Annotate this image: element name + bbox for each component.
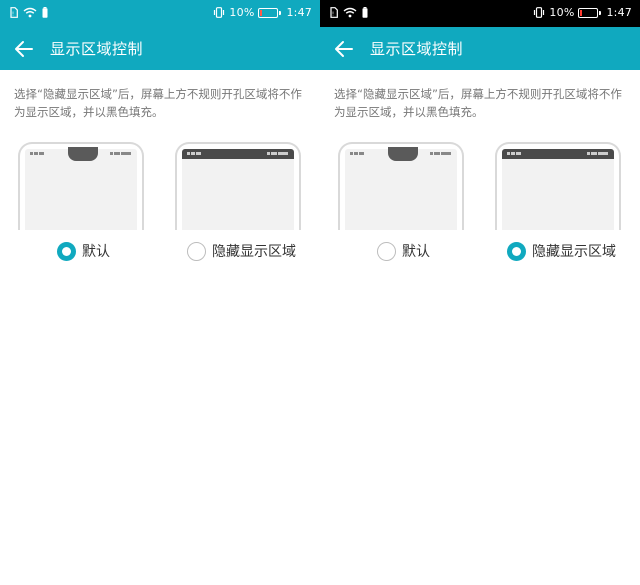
radio-default[interactable] <box>57 241 76 261</box>
svg-text:!: ! <box>332 12 334 18</box>
description-text: 选择“隐藏显示区域”后，屏幕上方不规则开孔区域将不作为显示区域，并以黑色填充。 <box>334 87 622 119</box>
battery-percent: 10% <box>549 6 575 19</box>
phone-preview-hidden <box>175 142 301 230</box>
settings-screen-right: ! 10% 1:47 显示区域控制 选择“隐藏显示区域”后，屏幕上方不规则开孔区… <box>320 0 640 585</box>
camera-notch <box>68 147 98 161</box>
option-label: 隐藏显示区域 <box>532 244 616 260</box>
sim-icon: ! <box>10 7 18 18</box>
mini-status-icons <box>187 152 201 155</box>
mini-status-icons <box>587 152 608 155</box>
mini-status-icons <box>30 152 44 155</box>
camera-notch <box>388 147 418 161</box>
clock: 1:47 <box>606 6 632 19</box>
mini-status-icons <box>430 152 451 155</box>
page-title: 显示区域控制 <box>370 40 464 58</box>
sim-icon: ! <box>330 7 338 18</box>
battery-level <box>580 9 583 16</box>
back-arrow-icon[interactable] <box>12 37 36 61</box>
wifi-icon <box>343 7 357 18</box>
mini-status-icons <box>267 152 288 155</box>
black-fill-bar <box>182 149 294 159</box>
status-bar: ! 10% 1:47 <box>320 0 640 27</box>
mini-status-icons <box>110 152 131 155</box>
app-bar: 显示区域控制 <box>320 27 640 70</box>
battery-icon <box>258 7 282 18</box>
radio-hide-display-area[interactable] <box>187 241 206 261</box>
status-bar: ! 10% 1:47 <box>0 0 320 27</box>
settings-screen-left: ! 10% 1:47 显示区域控制 选择“隐藏显示区域”后，屏幕上方不规则开孔区… <box>0 0 320 585</box>
phone-preview-notch <box>338 142 464 230</box>
mini-status-icons <box>507 152 521 155</box>
svg-text:!: ! <box>12 12 14 18</box>
option-hide-display-area[interactable]: 隐藏显示区域 <box>480 140 640 280</box>
battery-saver-icon <box>362 7 368 18</box>
wifi-icon <box>23 7 37 18</box>
option-label: 默认 <box>82 244 110 260</box>
radio-hide-display-area[interactable] <box>507 241 526 261</box>
option-hide-display-area[interactable]: 隐藏显示区域 <box>160 140 320 280</box>
app-bar: 显示区域控制 <box>0 27 320 70</box>
display-area-options: 默认 隐藏显示区域 <box>0 140 320 280</box>
option-label: 默认 <box>402 244 430 260</box>
battery-percent: 10% <box>229 6 255 19</box>
description-text: 选择“隐藏显示区域”后，屏幕上方不规则开孔区域将不作为显示区域，并以黑色填充。 <box>14 87 302 119</box>
option-default[interactable]: 默认 <box>320 140 480 280</box>
phone-preview-notch <box>18 142 144 230</box>
radio-default[interactable] <box>377 241 396 261</box>
display-area-options: 默认 隐藏显示区域 <box>320 140 640 280</box>
option-default[interactable]: 默认 <box>0 140 160 280</box>
battery-level <box>260 9 263 16</box>
clock: 1:47 <box>286 6 312 19</box>
page-title: 显示区域控制 <box>50 40 144 58</box>
black-fill-bar <box>502 149 614 159</box>
back-arrow-icon[interactable] <box>332 37 356 61</box>
vibrate-icon <box>214 7 225 18</box>
battery-icon <box>578 7 602 18</box>
mini-status-icons <box>350 152 364 155</box>
phone-preview-hidden <box>495 142 621 230</box>
vibrate-icon <box>534 7 545 18</box>
battery-saver-icon <box>42 7 48 18</box>
option-label: 隐藏显示区域 <box>212 244 296 260</box>
